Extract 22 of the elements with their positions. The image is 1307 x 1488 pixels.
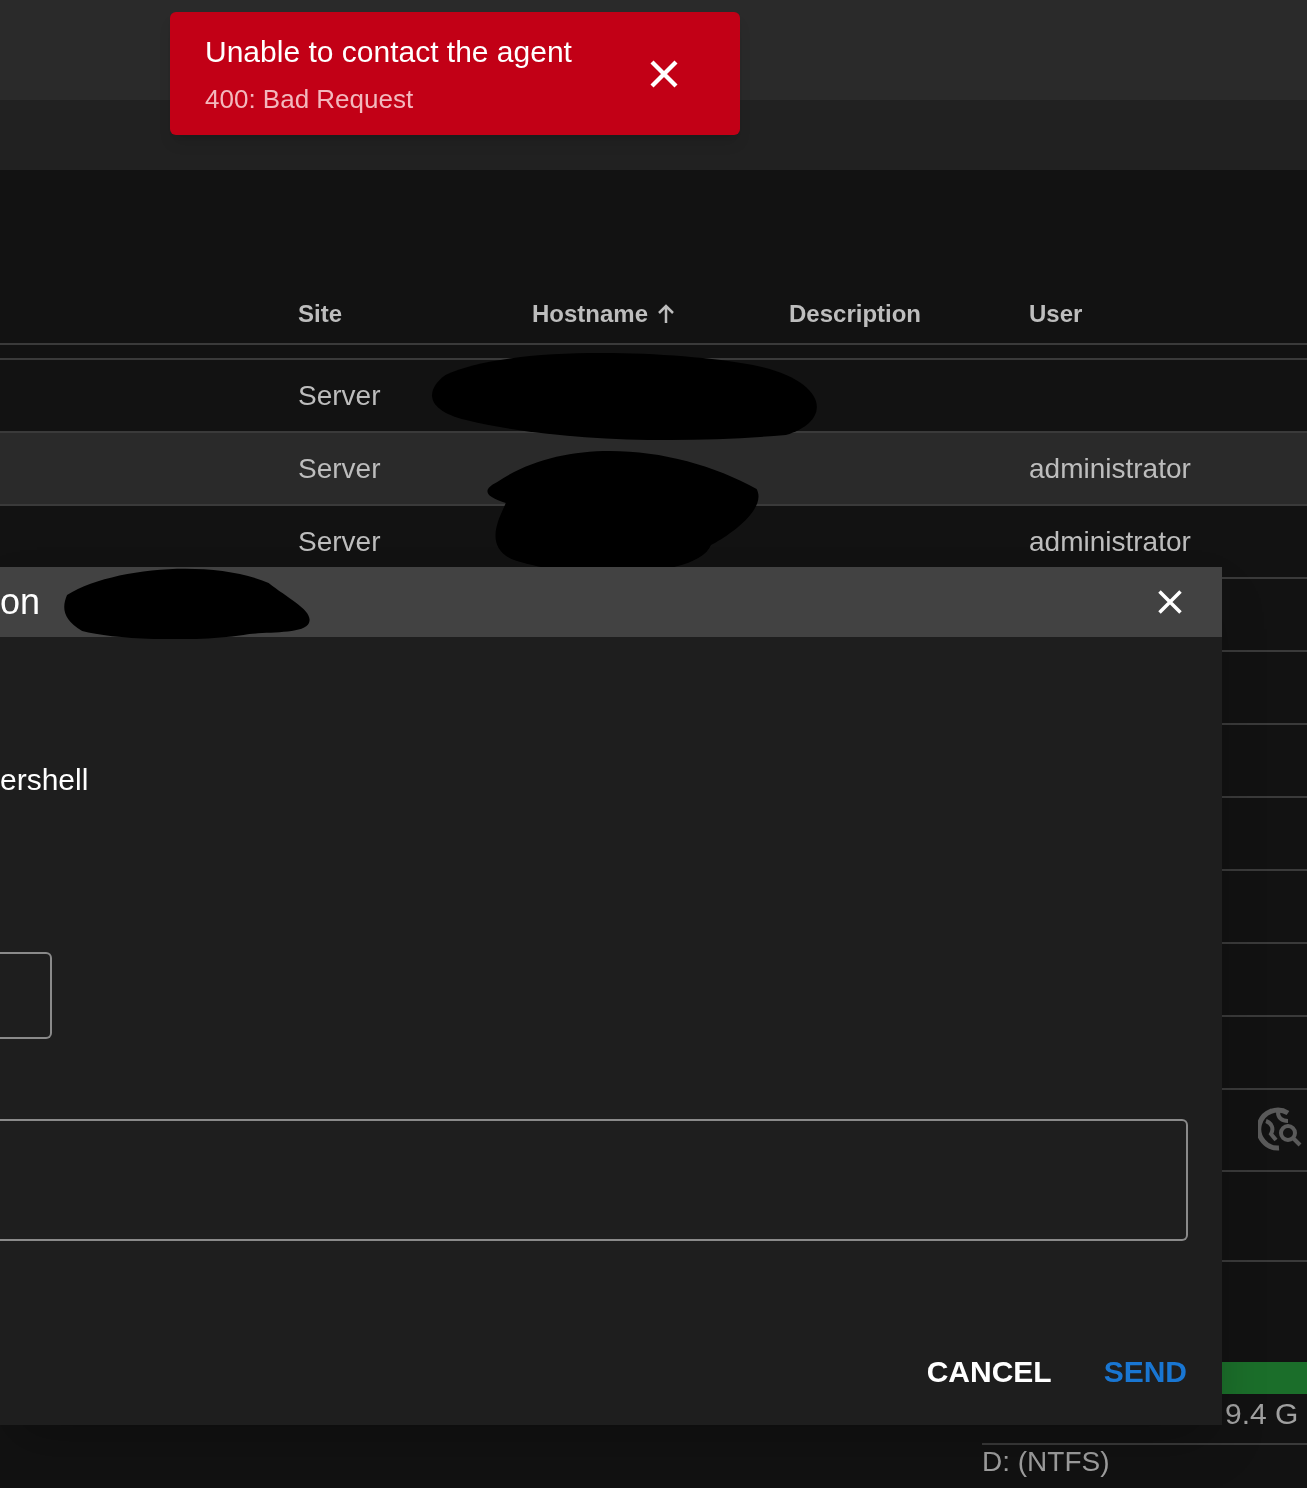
table-cell: Server [298, 452, 381, 484]
toast-message: 400: Bad Request [205, 82, 415, 116]
close-icon[interactable] [648, 57, 680, 90]
column-header[interactable]: Description [789, 296, 922, 332]
select-field[interactable] [0, 952, 52, 1039]
drive-label: D: (NTFS) [982, 1446, 1110, 1477]
table-cell: administrator [1029, 452, 1191, 484]
table-cell: Server [298, 525, 381, 557]
toast-title: Unable to contact the agent [205, 33, 572, 70]
column-header[interactable]: Site [298, 296, 342, 332]
dialog-button[interactable]: SEND [1103, 1349, 1187, 1394]
command-input[interactable] [0, 1119, 1188, 1241]
shell-option[interactable]: ershell [0, 763, 89, 796]
dialog-title: on [0, 584, 41, 620]
column-header[interactable]: User [1029, 296, 1083, 332]
dialog-button[interactable]: CANCEL [926, 1349, 1052, 1394]
table-cell: Server [298, 379, 381, 411]
close-icon[interactable] [1156, 588, 1184, 616]
disk-space-label: 9.4 G [1225, 1397, 1299, 1430]
globe-search-icon[interactable] [1258, 1107, 1304, 1153]
column-header[interactable]: Hostname [532, 296, 649, 332]
table-cell: administrator [1029, 525, 1191, 557]
